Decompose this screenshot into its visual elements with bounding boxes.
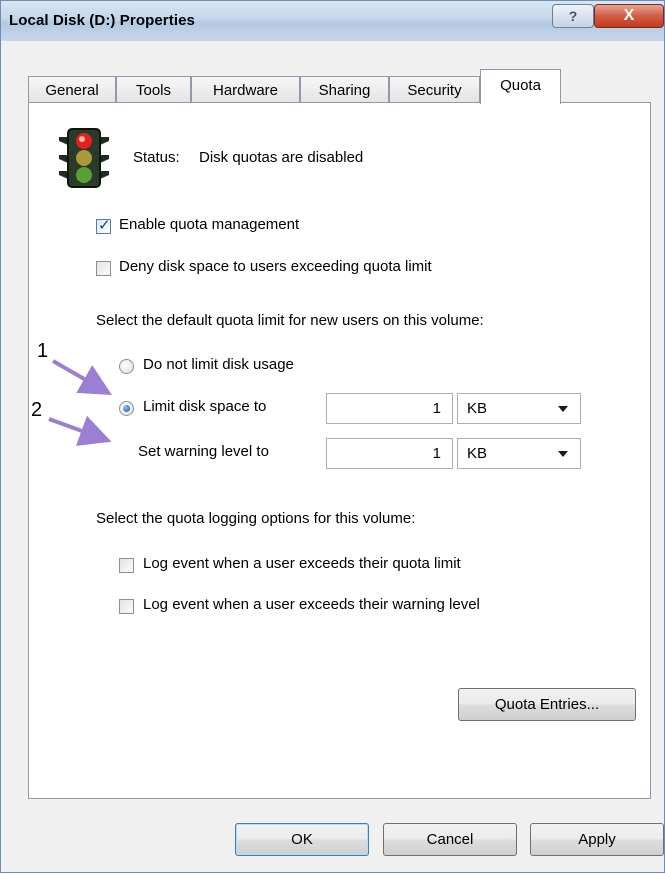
properties-dialog: Local Disk (D:) Properties ? X General T… [0,0,665,873]
callout-arrow-1 [52,359,112,395]
tab-label: Quota [500,76,541,94]
callout-arrows [48,359,112,446]
tab-quota[interactable]: Quota [480,69,561,104]
callout-arrow-2 [48,415,112,446]
